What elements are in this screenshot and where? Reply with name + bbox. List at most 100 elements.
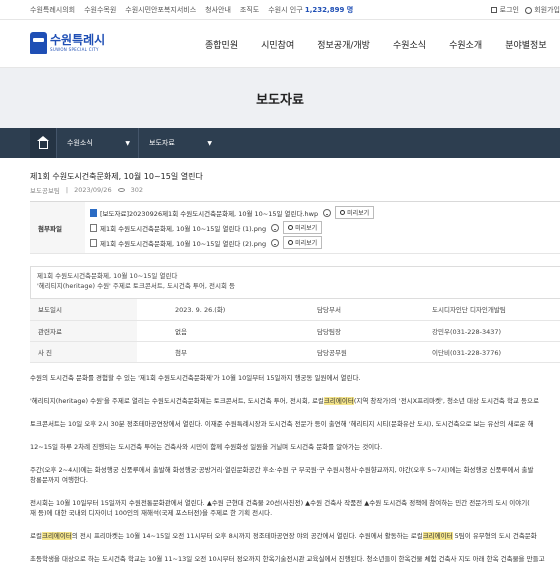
chevron-down-icon: ▼	[207, 139, 212, 147]
meta-divider: |	[65, 186, 69, 194]
attachment-link[interactable]: 제1회 수원도시건축문화제, 10월 10~15일 열린다 (1).png	[100, 223, 266, 233]
download-icon[interactable]	[323, 208, 332, 217]
signup-link[interactable]: 회원가입	[525, 5, 560, 15]
site-header: 수원특례시 SUWON SPECIAL CITY 종합민원 시민참여 정보공개/…	[0, 20, 560, 68]
population-label: 수원시 인구	[268, 5, 303, 14]
body-paragraph: 수원의 도시건축 문화를 경험할 수 있는 '제1회 수원도시건축문화제'가 1…	[30, 373, 361, 382]
body-paragraph: 초등학생을 대상으로 하는 도시건축 학교는 10월 11~13일 오전 10시…	[30, 554, 545, 563]
nav-item-news[interactable]: 수원소식	[393, 38, 426, 51]
home-button[interactable]	[30, 128, 56, 158]
preview-label: 미리보기	[295, 240, 318, 247]
attachment-item: 제1회 수원도시건축문화제, 10월 10~15일 열린다 (1).png 미리…	[90, 220, 374, 235]
lock-icon	[491, 7, 498, 13]
home-icon	[36, 135, 49, 149]
highlighted-keyword: 크리에이터	[41, 531, 72, 540]
body-paragraph: 전시회는 10월 10일부터 15일까지 수원전통문화관에서 열린다. ▲수원 …	[30, 498, 560, 518]
article-date: 2023/09/26	[74, 186, 112, 194]
attachments: 첨부파일 [보도자료]20230926제1회 수원도시건축문화제, 10월 10…	[30, 202, 560, 254]
summary-line: '헤리티지(heritage) 수원' 주제로 토크콘서트, 도시건축 투어, …	[37, 282, 236, 290]
preview-label: 미리보기	[347, 210, 370, 217]
body-text: 창룡문까지 여행한다.	[30, 475, 88, 484]
table-row: 관련자료 없음 담당팀장 강민우(031-228-3437)	[30, 320, 560, 342]
person-icon	[525, 6, 532, 14]
attachment-link[interactable]: [보도자료]20230926제1회 수원도시건축문화제, 10월 10~15일 …	[100, 208, 318, 218]
topbar-link-welfare[interactable]: 수원시민안포복지서비스	[125, 5, 196, 15]
table-cell: 2023. 9. 26.(화)	[137, 299, 312, 321]
download-icon[interactable]	[271, 223, 280, 232]
table-row: 사 진 첨부 담당공무원 이단비(031-228-3776)	[30, 341, 560, 363]
table-cell: 담당공무원	[312, 341, 424, 363]
login-label: 로그인	[499, 6, 519, 14]
preview-label: 미리보기	[295, 225, 318, 232]
article-body: 수원의 도시건축 문화를 경험할 수 있는 '제1회 수원도시건축문화제'가 1…	[30, 373, 560, 574]
signup-label: 회원가입	[534, 6, 560, 14]
page-hero: 보도자료	[0, 68, 560, 128]
table-cell: 이단비(031-228-3776)	[424, 341, 560, 363]
eye-icon	[117, 188, 125, 192]
table-cell: 사 진	[30, 341, 137, 363]
magnifier-icon	[288, 225, 294, 230]
preview-button[interactable]: 미리보기	[283, 236, 323, 249]
logo-text-kr: 수원특례시	[50, 33, 106, 47]
article-summary: 제1회 수원도시건축문화제, 10월 10~15일 열린다 '헤리티지(heri…	[30, 266, 560, 299]
body-text: 주간(오후 2~4시)에는 화성행궁 신풍루에서 출발해 화성행궁·공방거리·열…	[30, 465, 534, 474]
logo-text-en: SUWON SPECIAL CITY	[50, 47, 99, 52]
login-link[interactable]: 로그인	[491, 5, 519, 15]
table-cell: 없음	[137, 320, 312, 342]
highlighted-keyword: 크리에이터	[422, 531, 453, 540]
topbar-link-office-guide[interactable]: 청사안내	[205, 5, 231, 15]
population-value: 1,232,899 명	[304, 5, 354, 14]
breadcrumb-item-news[interactable]: 수원소식 ▼	[56, 128, 138, 158]
breadcrumb-label: 수원소식	[67, 139, 93, 147]
body-paragraph: 토크콘서트는 10일 오후 2시 30분 정조테마공연장에서 열린다. 이재준 …	[30, 419, 534, 428]
chevron-down-icon: ▼	[125, 139, 130, 147]
body-text: (지역 창작가)의 '전시X프리마켓', 청소년 대상 도시건축 학교 등으로	[353, 396, 539, 405]
topbar-link-arboretum[interactable]: 수원수목원	[84, 5, 116, 15]
magnifier-icon	[340, 210, 346, 215]
breadcrumb-item-press[interactable]: 보도자료 ▼	[138, 128, 220, 158]
article-dept: 보도공보팀	[30, 187, 60, 195]
site-logo[interactable]: 수원특례시 SUWON SPECIAL CITY	[30, 32, 105, 54]
nav-item-open-data[interactable]: 정보공개/개방	[317, 38, 370, 51]
table-cell: 담당부서	[312, 299, 424, 321]
attachment-list: [보도자료]20230926제1회 수원도시건축문화제, 10월 10~15일 …	[85, 202, 375, 253]
main-nav: 종합민원 시민참여 정보공개/개방 수원소식 수원소개 분야별정보	[205, 20, 560, 68]
attachments-label: 첨부파일	[30, 202, 85, 253]
city-emblem-icon	[30, 32, 47, 54]
nav-item-about[interactable]: 수원소개	[449, 38, 482, 51]
nav-item-participation[interactable]: 시민참여	[261, 38, 294, 51]
attachment-item: 제1회 수원도시건축문화제, 10월 10~15일 열린다 (2).png 미리…	[90, 235, 374, 250]
preview-button[interactable]: 미리보기	[283, 221, 323, 234]
topbar-link-council[interactable]: 수원특례시의회	[30, 5, 75, 15]
body-text: 재 등)에 대한 국내외 디자이너 100인의 재해석(국제 포스터전)을 주제…	[30, 508, 273, 517]
table-cell: 보도일시	[30, 299, 137, 321]
download-icon[interactable]	[271, 238, 280, 247]
topbar-link-org-chart[interactable]: 조직도	[240, 5, 259, 15]
press-info-table: 보도일시 2023. 9. 26.(화) 담당부서 도시디자인단 디자인개발팀 …	[30, 299, 560, 363]
summary-line: 제1회 수원도시건축문화제, 10월 10~15일 열린다	[37, 272, 178, 280]
attachment-item: [보도자료]20230926제1회 수원도시건축문화제, 10월 10~15일 …	[90, 205, 375, 220]
body-text: 5팀이 유무형의 도시 건축문화	[452, 531, 537, 540]
nav-item-field-info[interactable]: 분야별정보	[505, 38, 546, 51]
utility-bar: 수원특례시의회 수원수목원 수원시민안포복지서비스 청사안내 조직도 수원시 인…	[0, 0, 560, 20]
body-paragraph: 주간(오후 2~4시)에는 화성행궁 신풍루에서 출발해 화성행궁·공방거리·열…	[30, 465, 560, 485]
attachment-link[interactable]: 제1회 수원도시건축문화제, 10월 10~15일 열린다 (2).png	[100, 238, 266, 248]
body-paragraph: 로컬크리에이터의 전시 프리마켓는 10월 14~15일 오전 11시부터 오후…	[30, 531, 560, 541]
breadcrumb: 수원소식 ▼ 보도자료 ▼	[0, 128, 560, 158]
nav-item-civil-service[interactable]: 종합민원	[205, 38, 238, 51]
body-text: 전시회는 10월 10일부터 15일까지 수원전통문화관에서 열린다. ▲수원 …	[30, 498, 530, 507]
article-views: 302	[130, 186, 143, 194]
body-text: 로컬	[30, 531, 42, 540]
magnifier-icon	[288, 240, 294, 245]
body-text: 의 전시 프리마켓는 10월 14~15일 오전 11시부터 오후 8시까지 정…	[71, 531, 423, 540]
body-paragraph: 12~15일 하루 2차례 진행되는 도시건축 투어는 건축사와 시민이 함께 …	[30, 442, 383, 451]
article-meta: 보도공보팀 | 2023/09/26 302	[30, 185, 560, 202]
highlighted-keyword: 크리에이터	[323, 396, 354, 405]
article-title: 제1회 수원도시건축문화제, 10월 10~15일 열린다	[30, 172, 203, 181]
preview-button[interactable]: 미리보기	[335, 206, 375, 219]
image-file-icon	[90, 223, 97, 232]
table-cell: 도시디자인단 디자인개발팀	[424, 299, 560, 321]
image-file-icon	[90, 238, 97, 247]
article-content: 제1회 수원도시건축문화제, 10월 10~15일 열린다 보도공보팀 | 20…	[0, 171, 560, 574]
account-links: 로그인 회원가입	[491, 0, 560, 20]
